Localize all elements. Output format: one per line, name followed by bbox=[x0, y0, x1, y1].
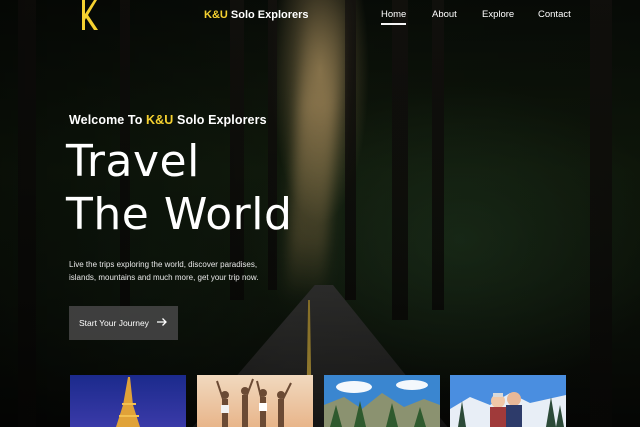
destination-card-paris[interactable] bbox=[70, 375, 186, 427]
destination-card-winter[interactable] bbox=[450, 375, 566, 427]
nav-link-about[interactable]: About bbox=[432, 9, 457, 20]
hero-title: Travel The World bbox=[66, 135, 292, 241]
nav-link-contact[interactable]: Contact bbox=[538, 9, 571, 20]
welcome-heading: Welcome To K&U Solo Explorers bbox=[69, 113, 267, 127]
hero-title-line1: Travel bbox=[66, 136, 200, 187]
destination-card-beach[interactable] bbox=[197, 375, 313, 427]
hero-title-line2: The World bbox=[66, 189, 293, 240]
welcome-suffix: Solo Explorers bbox=[173, 113, 267, 127]
arrow-right-icon bbox=[157, 318, 167, 326]
snowy-couple-image bbox=[450, 375, 566, 427]
destination-card-mountains[interactable] bbox=[324, 375, 440, 427]
start-journey-label: Start Your Journey bbox=[79, 318, 149, 328]
welcome-prefix: Welcome To bbox=[69, 113, 147, 127]
hero-description: Live the trips exploring the world, disc… bbox=[69, 260, 259, 282]
mountain-forest-image bbox=[324, 375, 440, 427]
nav-link-explore[interactable]: Explore bbox=[482, 9, 514, 20]
nav-link-home[interactable]: Home bbox=[381, 9, 407, 25]
start-journey-button[interactable]: Start Your Journey bbox=[69, 306, 178, 340]
eiffel-tower-image bbox=[70, 375, 186, 427]
main-nav: Home About Explore Contact bbox=[0, 9, 640, 29]
beach-friends-image bbox=[197, 375, 313, 427]
welcome-brand: K&U bbox=[146, 113, 174, 127]
